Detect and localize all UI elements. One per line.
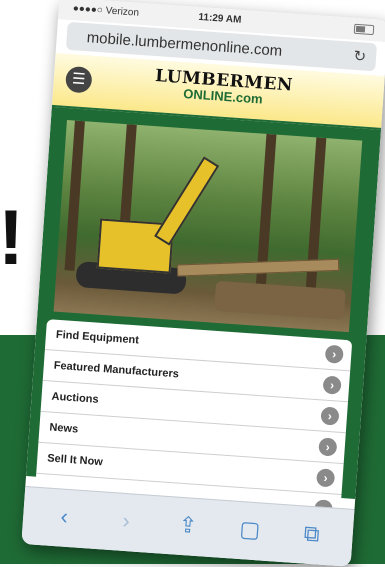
page-content: Find Equipment › Featured Manufacturers … [26,106,382,525]
hamburger-menu-icon[interactable]: ☰ [64,65,93,94]
menu-item-label: Sell It Now [46,452,104,469]
hero-image [53,119,363,333]
battery-icon [353,23,375,36]
site-logo[interactable]: LUMBERMEN ONLINE.com [153,66,295,108]
headline-exclamation: ! [0,193,24,281]
menu-item-label: Find Equipment [55,328,140,347]
menu-item-label: Auctions [51,390,100,406]
chevron-right-icon: › [316,468,336,488]
share-icon[interactable]: ⇪ [172,509,204,541]
book-icon[interactable]: ▢ [234,514,266,546]
forward-arrow-icon[interactable]: › [110,505,142,537]
chevron-right-icon: › [322,375,342,395]
debris [214,280,346,320]
phone-screenshot: ●●●●○ Verizon 11:29 AM mobile.lumbermeno… [21,0,385,567]
clock-label: 11:29 AM [198,11,242,26]
menu-item-label: Featured Manufacturers [53,359,180,381]
reload-icon[interactable]: ↻ [353,47,367,66]
back-arrow-icon[interactable]: ‹ [48,501,80,533]
chevron-right-icon: › [320,406,340,426]
carrier-label: ●●●●○ Verizon [72,3,140,19]
chevron-right-icon: › [324,344,344,364]
tabs-icon[interactable]: ⧉ [296,518,328,550]
menu-item-label: News [49,421,79,436]
chevron-right-icon: › [318,437,338,457]
excavator-arm [154,156,220,246]
url-text[interactable]: mobile.lumbermenonline.com [86,29,283,60]
